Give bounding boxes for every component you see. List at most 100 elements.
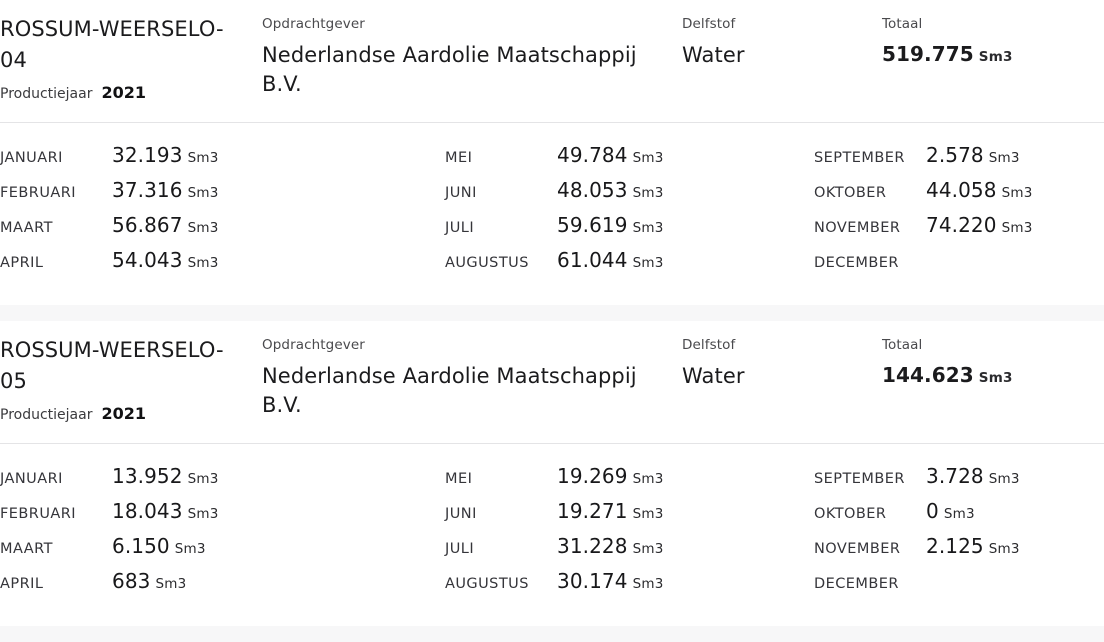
- production-card[interactable]: ROSSUM-WEERSELO-05 Productiejaar 2021 Op…: [0, 321, 1104, 626]
- month-name: OKTOBER: [814, 185, 887, 201]
- month-value: 0: [926, 499, 939, 523]
- month-unit: Sm3: [1001, 220, 1033, 236]
- production-year: Productiejaar 2021: [0, 83, 246, 102]
- client-value: Nederlandse Aardolie Maatschappij B.V.: [262, 43, 637, 96]
- month-unit: Sm3: [187, 185, 219, 201]
- month-value-wrap: 683 Sm3: [112, 569, 186, 593]
- month-unit: Sm3: [943, 506, 975, 522]
- month-name: NOVEMBER: [814, 541, 901, 557]
- month-row: OKTOBER 44.058 Sm3: [814, 178, 1104, 213]
- month-row: NOVEMBER 2.125 Sm3: [814, 534, 1104, 569]
- month-row: NOVEMBER 74.220 Sm3: [814, 213, 1104, 248]
- production-year-value: 2021: [101, 83, 146, 103]
- production-report-scroll-container[interactable]: ROSSUM-WEERSELO-04 Productiejaar 2021 Op…: [0, 0, 1104, 642]
- month-value-wrap: 3.728 Sm3: [926, 464, 1020, 488]
- total-label: Totaal: [882, 16, 923, 32]
- production-year-label: Productiejaar: [0, 407, 93, 424]
- month-name: AUGUSTUS: [445, 576, 529, 592]
- month-name: DECEMBER: [814, 576, 899, 592]
- month-row: OKTOBER 0 Sm3: [814, 499, 1104, 534]
- month-name: APRIL: [0, 255, 44, 271]
- monthly-production-grid: JANUARI 32.193 Sm3 FEBRUARI 37.316 Sm3 MAART…: [0, 123, 1104, 305]
- month-value: 13.952: [112, 464, 183, 488]
- month-name: MEI: [445, 150, 473, 166]
- total-unit: Sm3: [978, 370, 1013, 387]
- mineral-value: Water: [682, 364, 745, 389]
- month-row: MEI 49.784 Sm3: [445, 143, 736, 178]
- month-row: AUGUSTUS 30.174 Sm3: [445, 569, 736, 604]
- total-column: Totaal 144.623 Sm3: [882, 335, 1102, 389]
- month-value-wrap: 32.193 Sm3: [112, 143, 219, 167]
- month-value-wrap: 6.150 Sm3: [112, 534, 206, 558]
- total-value: 519.775: [882, 42, 974, 67]
- production-year-label: Productiejaar: [0, 86, 93, 103]
- month-value-wrap: 74.220 Sm3: [926, 213, 1033, 237]
- month-value: 74.220: [926, 213, 997, 237]
- month-row: JULI 59.619 Sm3: [445, 213, 736, 248]
- month-name: JANUARI: [0, 150, 63, 166]
- month-value: 18.043: [112, 499, 183, 523]
- card-header: ROSSUM-WEERSELO-05 Productiejaar 2021 Op…: [0, 321, 1104, 443]
- total-value-wrap: 519.775 Sm3: [882, 41, 1102, 68]
- month-name: SEPTEMBER: [814, 471, 905, 487]
- month-name: JULI: [445, 541, 475, 557]
- month-name: JULI: [445, 220, 475, 236]
- card-separator: [0, 626, 1104, 642]
- months-column-3: SEPTEMBER 2.578 Sm3 OKTOBER 44.058 Sm3 NOVEM…: [736, 143, 1104, 283]
- month-unit: Sm3: [187, 506, 219, 522]
- month-row: JULI 31.228 Sm3: [445, 534, 736, 569]
- month-row: DECEMBER: [814, 248, 1104, 283]
- month-value: 19.269: [557, 464, 628, 488]
- month-value-wrap: 44.058 Sm3: [926, 178, 1033, 202]
- month-row: AUGUSTUS 61.044 Sm3: [445, 248, 736, 283]
- month-unit: Sm3: [187, 471, 219, 487]
- well-name: ROSSUM-WEERSELO-04: [0, 17, 224, 72]
- month-value: 54.043: [112, 248, 183, 272]
- month-unit: Sm3: [632, 576, 664, 592]
- month-name: JUNI: [445, 506, 477, 522]
- card-header: ROSSUM-WEERSELO-04 Productiejaar 2021 Op…: [0, 0, 1104, 122]
- month-value-wrap: 18.043 Sm3: [112, 499, 219, 523]
- production-year-value: 2021: [101, 404, 146, 424]
- client-column: Opdrachtgever Nederlandse Aardolie Maats…: [262, 14, 682, 98]
- month-unit: Sm3: [174, 541, 206, 557]
- month-value: 2.125: [926, 534, 984, 558]
- client-label: Opdrachtgever: [262, 337, 365, 353]
- month-unit: Sm3: [632, 471, 664, 487]
- client-label: Opdrachtgever: [262, 16, 365, 32]
- month-name: APRIL: [0, 576, 44, 592]
- months-column-1: JANUARI 13.952 Sm3 FEBRUARI 18.043 Sm3 MAART…: [0, 464, 368, 604]
- month-row: MAART 56.867 Sm3: [0, 213, 368, 248]
- month-name: MAART: [0, 541, 53, 557]
- month-name: MEI: [445, 471, 473, 487]
- month-name: JANUARI: [0, 471, 63, 487]
- month-value-wrap: 61.044 Sm3: [557, 248, 664, 272]
- month-name: MAART: [0, 220, 53, 236]
- mineral-label: Delfstof: [682, 16, 736, 32]
- month-unit: Sm3: [988, 471, 1020, 487]
- month-value: 44.058: [926, 178, 997, 202]
- month-name: FEBRUARI: [0, 185, 77, 201]
- total-value: 144.623: [882, 363, 974, 388]
- total-column: Totaal 519.775 Sm3: [882, 14, 1102, 68]
- production-card[interactable]: ROSSUM-WEERSELO-04 Productiejaar 2021 Op…: [0, 0, 1104, 305]
- month-row: MEI 19.269 Sm3: [445, 464, 736, 499]
- client-column: Opdrachtgever Nederlandse Aardolie Maats…: [262, 335, 682, 419]
- month-value: 683: [112, 569, 151, 593]
- month-value: 2.578: [926, 143, 984, 167]
- month-value-wrap: 56.867 Sm3: [112, 213, 219, 237]
- month-row: JUNI 19.271 Sm3: [445, 499, 736, 534]
- month-unit: Sm3: [187, 150, 219, 166]
- mineral-column: Delfstof Water: [682, 335, 882, 391]
- total-label: Totaal: [882, 337, 923, 353]
- month-row: APRIL 54.043 Sm3: [0, 248, 368, 283]
- month-value-wrap: 48.053 Sm3: [557, 178, 664, 202]
- production-year: Productiejaar 2021: [0, 404, 246, 423]
- month-row: DECEMBER: [814, 569, 1104, 604]
- months-column-2: MEI 19.269 Sm3 JUNI 19.271 Sm3 JULI 31.228 Sm3…: [368, 464, 736, 604]
- month-row: JANUARI 32.193 Sm3: [0, 143, 368, 178]
- month-value: 61.044: [557, 248, 628, 272]
- month-name: DECEMBER: [814, 255, 899, 271]
- month-value-wrap: 2.125 Sm3: [926, 534, 1020, 558]
- month-unit: Sm3: [1001, 185, 1033, 201]
